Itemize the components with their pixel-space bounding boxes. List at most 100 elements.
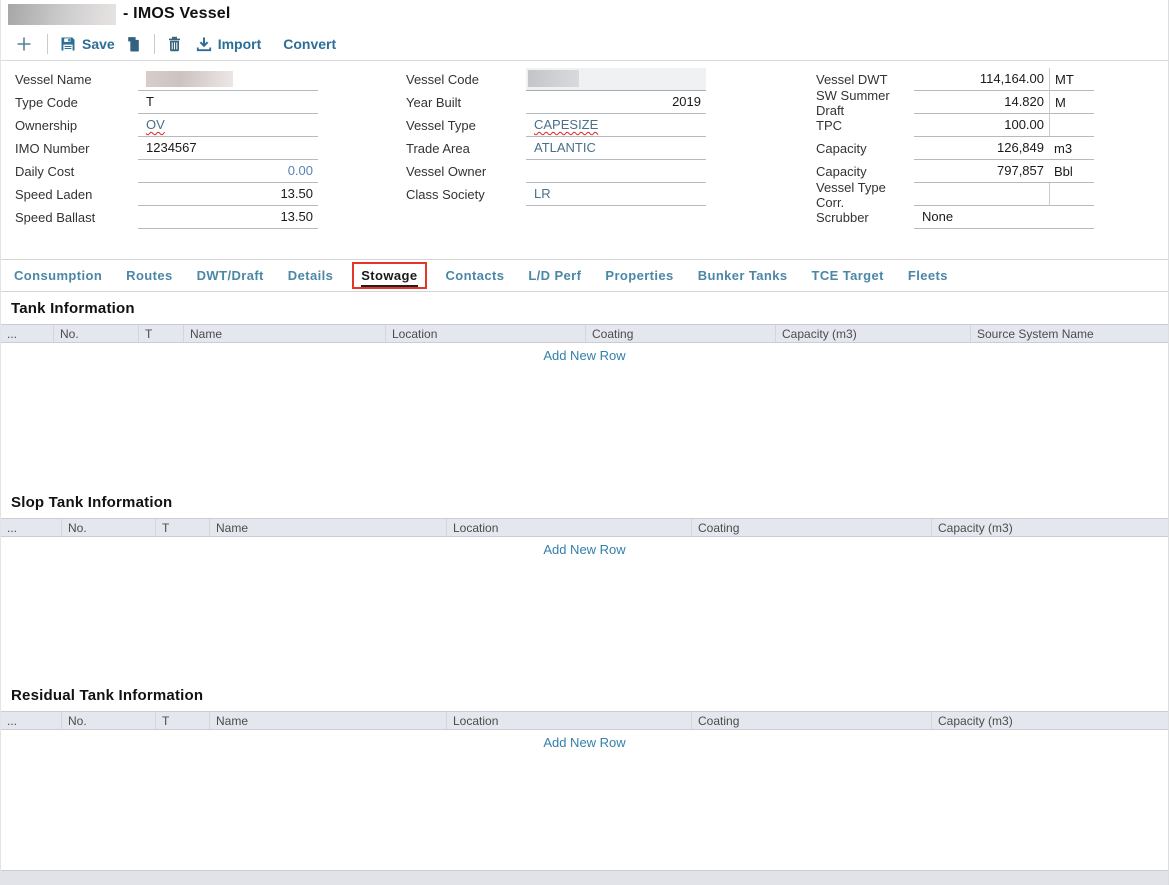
vessel-dwt-unit: MT — [1049, 68, 1094, 91]
vessel-dwt-field[interactable]: 114,164.00 — [914, 68, 1049, 91]
residual-add-new-row-link[interactable]: Add New Row — [1, 735, 1168, 750]
vessel-type-corr-label: Vessel Type Corr. — [816, 180, 914, 210]
save-button[interactable]: Save — [60, 36, 115, 52]
column-header-no: No. — [62, 712, 156, 729]
column-header-source-system-name: Source System Name — [971, 325, 1168, 342]
tpc-field[interactable]: 100.00 — [914, 114, 1049, 137]
tab-details[interactable]: Details — [288, 268, 333, 283]
copy-button[interactable] — [125, 36, 142, 53]
redacted-value — [528, 70, 579, 87]
speed-ballast-field[interactable]: 13.50 — [138, 206, 318, 229]
save-icon — [60, 36, 76, 52]
capacity-bbl-field[interactable]: 797,857 — [914, 160, 1049, 183]
capacity-m3-field[interactable]: 126,849 — [914, 137, 1049, 160]
convert-button-label: Convert — [283, 36, 336, 52]
vessel-type-field[interactable]: CAPESIZE — [526, 114, 706, 137]
import-button-label: Import — [218, 36, 262, 52]
column-header-coating: Coating — [586, 325, 776, 342]
column-header-ellipsis: ... — [1, 325, 54, 342]
vessel-owner-label: Vessel Owner — [406, 164, 526, 179]
toolbar: Save Import — [1, 28, 1168, 61]
save-button-label: Save — [82, 36, 115, 52]
column-header-location: Location — [447, 519, 692, 536]
field-row-trade-area: Trade Area ATLANTIC — [406, 137, 706, 160]
imo-number-label: IMO Number — [15, 141, 138, 156]
tank-add-new-row-link[interactable]: Add New Row — [1, 348, 1168, 363]
vessel-type-label: Vessel Type — [406, 118, 526, 133]
delete-button[interactable] — [167, 36, 182, 52]
trade-area-label: Trade Area — [406, 141, 526, 156]
column-header-no: No. — [62, 519, 156, 536]
field-row-scrubber: Scrubber None — [816, 206, 1094, 229]
tab-fleets[interactable]: Fleets — [908, 268, 948, 283]
tab-dwt-draft[interactable]: DWT/Draft — [197, 268, 264, 283]
trade-area-field[interactable]: ATLANTIC — [526, 137, 706, 160]
vessel-code-field[interactable] — [526, 68, 706, 91]
field-row-sw-summer-draft: SW Summer Draft 14.820 M — [816, 91, 1094, 114]
type-code-field[interactable]: T — [138, 91, 318, 114]
daily-cost-field[interactable]: 0.00 — [138, 160, 318, 183]
class-society-field[interactable]: LR — [526, 183, 706, 206]
tab-tce-target[interactable]: TCE Target — [812, 268, 884, 283]
field-row-imo-number: IMO Number 1234567 — [15, 137, 318, 160]
add-new-button[interactable] — [15, 35, 33, 53]
field-row-vessel-code: Vessel Code — [406, 68, 706, 91]
field-row-vessel-type: Vessel Type CAPESIZE — [406, 114, 706, 137]
column-header-capacity: Capacity (m3) — [932, 519, 1168, 536]
column-header-t: T — [156, 519, 210, 536]
form-column-middle: Vessel Code Year Built 2019 Vessel Type … — [406, 68, 706, 206]
tank-information-title: Tank Information — [1, 292, 1168, 324]
capacity-bbl-unit: Bbl — [1049, 160, 1094, 183]
field-row-speed-ballast: Speed Ballast 13.50 — [15, 206, 318, 229]
sw-summer-draft-unit: M — [1049, 91, 1094, 114]
class-society-label: Class Society — [406, 187, 526, 202]
tank-information-section: Tank Information ... No. T Name Location… — [1, 292, 1168, 486]
tab-contacts[interactable]: Contacts — [446, 268, 505, 283]
vessel-name-field[interactable] — [138, 68, 318, 91]
stowage-tab-highlight-box: Stowage — [352, 262, 426, 289]
field-row-vessel-type-corr: Vessel Type Corr. — [816, 183, 1094, 206]
daily-cost-label: Daily Cost — [15, 164, 138, 179]
ownership-field[interactable]: OV — [138, 114, 318, 137]
tab-consumption[interactable]: Consumption — [14, 268, 102, 283]
toolbar-separator — [154, 34, 155, 54]
tab-stowage[interactable]: Stowage — [361, 268, 417, 287]
class-society-value: LR — [534, 186, 551, 201]
speed-laden-label: Speed Laden — [15, 187, 138, 202]
tab-bunker-tanks[interactable]: Bunker Tanks — [698, 268, 788, 283]
tab-routes[interactable]: Routes — [126, 268, 172, 283]
year-built-field[interactable]: 2019 — [526, 91, 706, 114]
vessel-owner-field[interactable] — [526, 160, 706, 183]
column-header-name: Name — [210, 519, 447, 536]
capacity-m3-unit: m3 — [1049, 137, 1094, 160]
year-built-label: Year Built — [406, 95, 526, 110]
residual-tank-information-section: Residual Tank Information ... No. T Name… — [1, 679, 1168, 870]
tab-bar: Consumption Routes DWT/Draft Details Sto… — [1, 259, 1168, 292]
scrubber-field[interactable]: None — [914, 206, 1094, 229]
column-header-t: T — [156, 712, 210, 729]
field-row-vessel-name: Vessel Name — [15, 68, 318, 91]
column-header-ellipsis: ... — [1, 519, 62, 536]
column-header-name: Name — [184, 325, 386, 342]
tab-ld-perf[interactable]: L/D Perf — [528, 268, 581, 283]
field-row-year-built: Year Built 2019 — [406, 91, 706, 114]
copy-icon — [125, 36, 142, 53]
toolbar-separator — [47, 34, 48, 54]
tank-grid-header: ... No. T Name Location Coating Capacity… — [1, 324, 1168, 343]
capacity-m3-label: Capacity — [816, 141, 914, 156]
tpc-label: TPC — [816, 118, 914, 133]
column-header-coating: Coating — [692, 519, 932, 536]
imo-number-field[interactable]: 1234567 — [138, 137, 318, 160]
import-button[interactable]: Import — [196, 36, 262, 52]
vessel-code-label: Vessel Code — [406, 72, 526, 87]
field-row-capacity-m3: Capacity 126,849 m3 — [816, 137, 1094, 160]
column-header-ellipsis: ... — [1, 712, 62, 729]
speed-laden-field[interactable]: 13.50 — [138, 183, 318, 206]
vessel-type-corr-field[interactable] — [914, 183, 1049, 206]
tab-properties[interactable]: Properties — [605, 268, 673, 283]
convert-button[interactable]: Convert — [283, 36, 336, 52]
sw-summer-draft-field[interactable]: 14.820 — [914, 91, 1049, 114]
slop-add-new-row-link[interactable]: Add New Row — [1, 542, 1168, 557]
scrubber-label: Scrubber — [816, 210, 914, 225]
column-header-t: T — [139, 325, 184, 342]
